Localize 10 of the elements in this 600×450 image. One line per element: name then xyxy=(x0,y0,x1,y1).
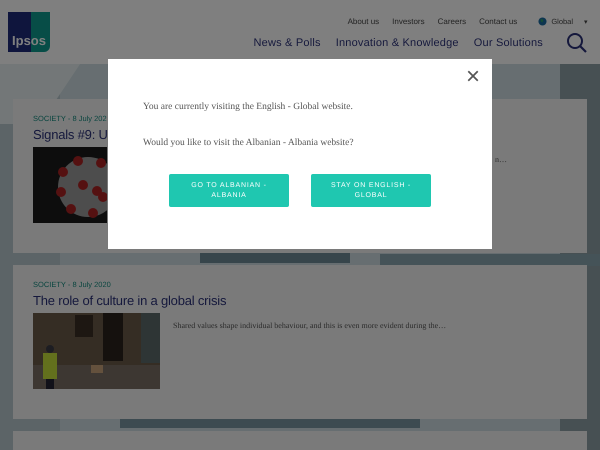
nav-link[interactable]: Our Solutions xyxy=(474,37,543,49)
nav-link[interactable]: News & Polls xyxy=(254,37,321,49)
search-icon[interactable] xyxy=(566,32,588,54)
nav-link[interactable]: Innovation & Knowledge xyxy=(336,37,459,49)
top-link[interactable]: About us xyxy=(348,17,380,26)
globe-icon xyxy=(538,17,548,26)
logo[interactable]: Ipsos xyxy=(8,12,50,52)
top-link[interactable]: Contact us xyxy=(479,17,518,26)
top-link[interactable]: Investors xyxy=(392,17,425,26)
top-link[interactable]: Careers xyxy=(438,17,466,26)
